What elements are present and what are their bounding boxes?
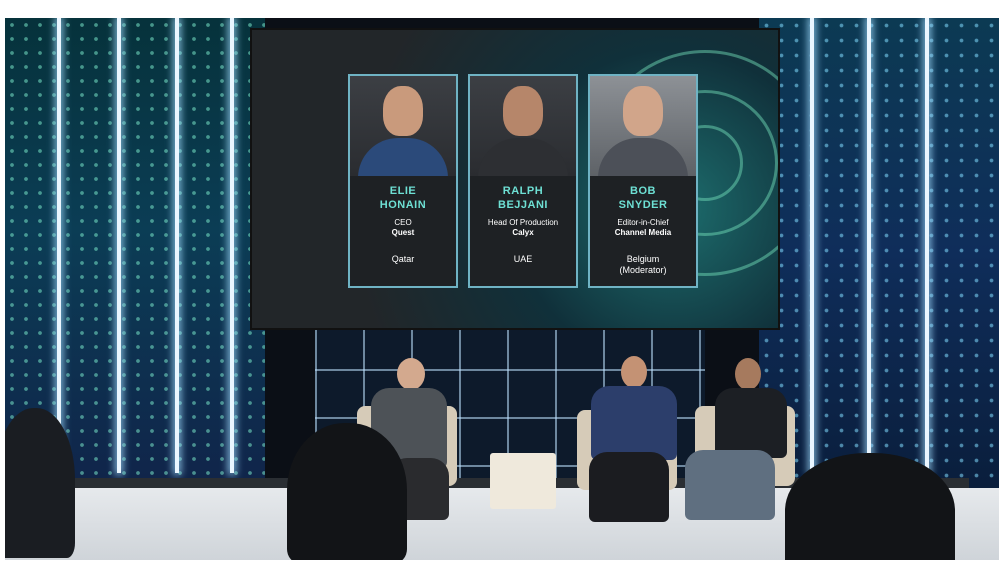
- speaker-name: BOB SNYDER: [618, 185, 668, 211]
- speaker-photo: [470, 76, 576, 176]
- light-bar: [230, 18, 234, 473]
- speaker-role: Head Of Production Calyx: [487, 218, 559, 237]
- audience-member: [5, 408, 75, 558]
- speaker-shirt: [478, 138, 568, 176]
- projection-screen: ELIE HONAIN CEO Quest Qatar RALPH BEJJAN…: [250, 28, 780, 330]
- speaker-card: ELIE HONAIN CEO Quest Qatar: [348, 74, 458, 288]
- speaker-role: CEO Quest: [391, 218, 415, 237]
- speaker-head: [383, 86, 423, 136]
- audience-member: [785, 453, 955, 560]
- light-bar: [867, 18, 871, 473]
- light-bar: [57, 18, 61, 473]
- speaker-jacket: [598, 138, 688, 176]
- light-bar: [175, 18, 179, 473]
- speaker-photo: [350, 76, 456, 176]
- panelist-head: [621, 356, 647, 388]
- panelist-legs: [589, 452, 669, 522]
- speaker-country: UAE: [513, 254, 533, 264]
- audience-member: [287, 423, 407, 560]
- panelist-body: [591, 386, 677, 460]
- speaker-role: Editor-in-Chief Channel Media: [614, 218, 672, 237]
- speaker-head: [503, 86, 543, 136]
- event-photo: ELIE HONAIN CEO Quest Qatar RALPH BEJJAN…: [5, 18, 999, 560]
- panelist-legs: [685, 450, 775, 520]
- led-wall-right: [759, 18, 999, 488]
- speaker-card: RALPH BEJJANI Head Of Production Calyx U…: [468, 74, 578, 288]
- speaker-country: Qatar: [391, 254, 415, 264]
- panelist-head: [397, 358, 425, 390]
- light-bar: [117, 18, 121, 473]
- speaker-name: RALPH BEJJANI: [498, 185, 548, 211]
- speaker-country: Belgium (Moderator): [619, 254, 667, 275]
- light-bar: [925, 18, 929, 473]
- panelist-body: [715, 388, 787, 458]
- speaker-head: [623, 86, 663, 136]
- speaker-name: ELIE HONAIN: [379, 185, 427, 211]
- side-table: [490, 453, 556, 509]
- speaker-photo: [590, 76, 696, 176]
- speaker-card: BOB SNYDER Editor-in-Chief Channel Media…: [588, 74, 698, 288]
- light-bar: [810, 18, 814, 473]
- speaker-jacket: [358, 138, 448, 176]
- panelist-head: [735, 358, 761, 390]
